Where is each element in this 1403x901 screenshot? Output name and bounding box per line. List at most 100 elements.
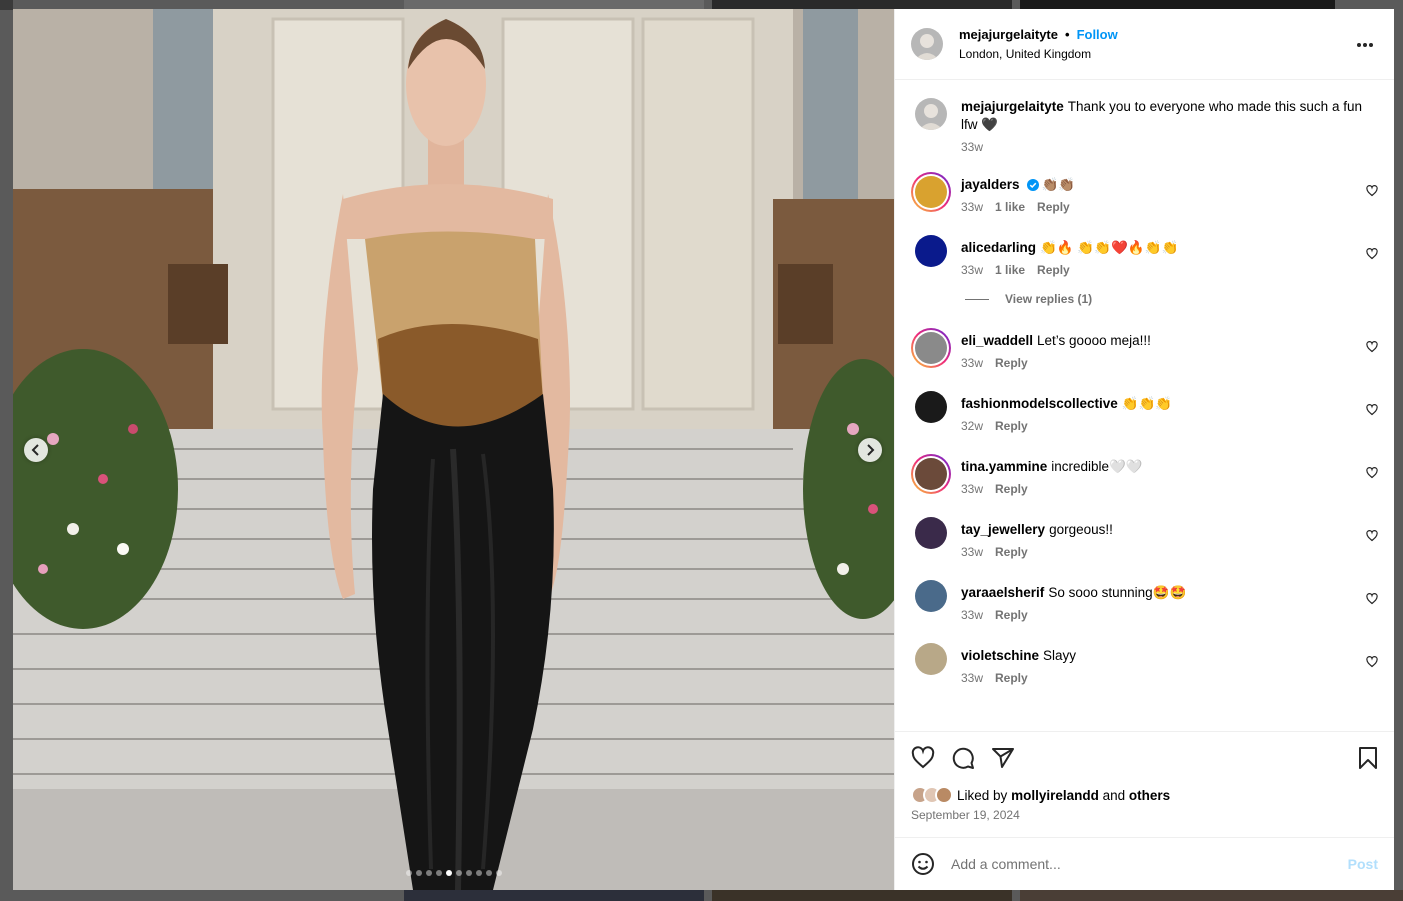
comment-like-button[interactable] — [1366, 247, 1378, 265]
commenter-avatar[interactable] — [915, 235, 947, 267]
commenter-avatar[interactable] — [915, 458, 947, 490]
comment-like-button[interactable] — [1366, 655, 1378, 673]
comment-like-button[interactable] — [1366, 529, 1378, 547]
commenter-avatar[interactable] — [915, 391, 947, 423]
story-ring-inner — [913, 456, 949, 492]
post-comment-button[interactable]: Post — [1348, 856, 1378, 872]
carousel-next-button[interactable] — [858, 438, 882, 462]
comment-time[interactable]: 33w — [961, 608, 983, 622]
comment-time[interactable]: 32w — [961, 419, 983, 433]
carousel-prev-button[interactable] — [24, 438, 48, 462]
liked-by-avatars — [911, 786, 953, 804]
reply-button[interactable]: Reply — [995, 419, 1028, 433]
post-media[interactable] — [13, 9, 894, 890]
avatar-image — [919, 104, 943, 130]
commenter-username[interactable]: tina.yammine — [961, 459, 1047, 474]
separator: • — [1065, 27, 1070, 42]
reply-button[interactable]: Reply — [995, 482, 1028, 496]
comment-time[interactable]: 33w — [961, 482, 983, 496]
commenter-avatar[interactable] — [915, 580, 947, 612]
comment-text: 👏🏽👏🏽 — [1041, 177, 1076, 192]
commenter-avatar[interactable] — [915, 643, 947, 675]
comment-like-button[interactable] — [1366, 340, 1378, 358]
commenter-username[interactable]: tay_jewellery — [961, 522, 1045, 537]
story-ring[interactable] — [911, 172, 951, 212]
backdrop-tile — [1020, 890, 1403, 901]
emoji-icon — [912, 853, 934, 875]
comment-like-button[interactable] — [1366, 184, 1378, 202]
commenter-username[interactable]: alicedarling — [961, 240, 1036, 255]
liked-by-user[interactable]: mollyirelandd — [1011, 788, 1099, 803]
comment-body: yaraaelsherif So sooo stunning🤩🤩 33w Reply — [961, 580, 1371, 622]
reply-button[interactable]: Reply — [995, 545, 1028, 559]
heart-icon — [1366, 404, 1378, 416]
commenter-username[interactable]: fashionmodelscollective — [961, 396, 1118, 411]
comment-input[interactable] — [951, 856, 1348, 872]
like-button[interactable] — [911, 746, 935, 770]
heart-icon — [1366, 593, 1378, 605]
comment-text-line: jayalders 👏🏽👏🏽 — [961, 176, 1371, 194]
comment-text: Let’s goooo meja!!! — [1037, 333, 1151, 348]
comment-meta: 32w Reply — [961, 419, 1371, 433]
post-date[interactable]: September 19, 2024 — [911, 808, 1378, 822]
reply-button[interactable]: Reply — [995, 671, 1028, 685]
reply-button[interactable]: Reply — [995, 608, 1028, 622]
story-ring[interactable] — [911, 454, 951, 494]
commenter-username[interactable]: violetschine — [961, 648, 1039, 663]
commenter-avatar[interactable] — [915, 176, 947, 208]
commenter-avatar-slot — [911, 643, 951, 685]
comment-like-button[interactable] — [1366, 466, 1378, 484]
story-ring[interactable] — [911, 328, 951, 368]
emoji-button[interactable] — [911, 852, 935, 876]
caption-username[interactable]: mejajurgelaityte — [961, 99, 1064, 114]
comment-likes[interactable]: 1 like — [995, 263, 1025, 277]
reply-button[interactable]: Reply — [995, 356, 1028, 370]
carousel-dot — [455, 870, 462, 876]
follow-button[interactable]: Follow — [1077, 27, 1118, 42]
liked-by-others[interactable]: others — [1129, 788, 1170, 803]
commenter-avatar[interactable] — [915, 332, 947, 364]
comment-meta: 33w Reply — [961, 482, 1371, 496]
more-options-button[interactable] — [1356, 35, 1374, 53]
comment-body: eli_waddell Let’s goooo meja!!! 33w Reply — [961, 328, 1371, 370]
comment-icon — [952, 747, 974, 769]
backdrop-tile — [712, 890, 1012, 901]
comment-likes[interactable]: 1 like — [995, 200, 1025, 214]
comment-like-button[interactable] — [1366, 592, 1378, 610]
save-button[interactable] — [1358, 746, 1378, 770]
commenter-avatar[interactable] — [915, 517, 947, 549]
comment-button[interactable] — [951, 746, 975, 770]
backdrop-tile — [0, 0, 13, 10]
liked-by[interactable]: Liked by mollyirelandd and others — [911, 786, 1378, 804]
caption-avatar[interactable] — [915, 98, 947, 130]
carousel-dot — [485, 870, 492, 876]
comment-text-line: alicedarling 👏🔥 👏👏❤️🔥👏👏 — [961, 239, 1371, 257]
comment-time[interactable]: 33w — [961, 263, 983, 277]
share-button[interactable] — [991, 746, 1015, 770]
comment-text-line: tina.yammine incredible🤍🤍 — [961, 458, 1371, 476]
commenter-username[interactable]: jayalders — [961, 177, 1020, 192]
runway-photo — [13, 9, 894, 890]
caption-time[interactable]: 33w — [961, 140, 983, 154]
comment-time[interactable]: 33w — [961, 356, 983, 370]
comment-time[interactable]: 33w — [961, 200, 983, 214]
more-horizontal-icon — [1357, 43, 1373, 47]
carousel-dot — [405, 870, 412, 876]
author-username[interactable]: mejajurgelaityte — [959, 27, 1058, 42]
comment-like-button[interactable] — [1366, 403, 1378, 421]
view-replies-button[interactable]: View replies (1) — [965, 292, 1378, 306]
comment-meta: 33w Reply — [961, 356, 1371, 370]
comment-item: fashionmodelscollective 👏👏👏 32w Reply — [911, 391, 1378, 433]
post-location[interactable]: London, United Kingdom — [959, 47, 1118, 61]
comments-list[interactable]: mejajurgelaityte Thank you to everyone wh… — [895, 80, 1394, 731]
comment-body: fashionmodelscollective 👏👏👏 32w Reply — [961, 391, 1371, 433]
comment-time[interactable]: 33w — [961, 545, 983, 559]
reply-button[interactable]: Reply — [1037, 200, 1070, 214]
commenter-username[interactable]: yaraaelsherif — [961, 585, 1044, 600]
heart-icon — [1366, 656, 1378, 668]
commenter-username[interactable]: eli_waddell — [961, 333, 1033, 348]
author-avatar[interactable] — [911, 28, 943, 60]
comment-time[interactable]: 33w — [961, 671, 983, 685]
reply-button[interactable]: Reply — [1037, 263, 1070, 277]
post-actions: Liked by mollyirelandd and others Septem… — [895, 731, 1394, 837]
